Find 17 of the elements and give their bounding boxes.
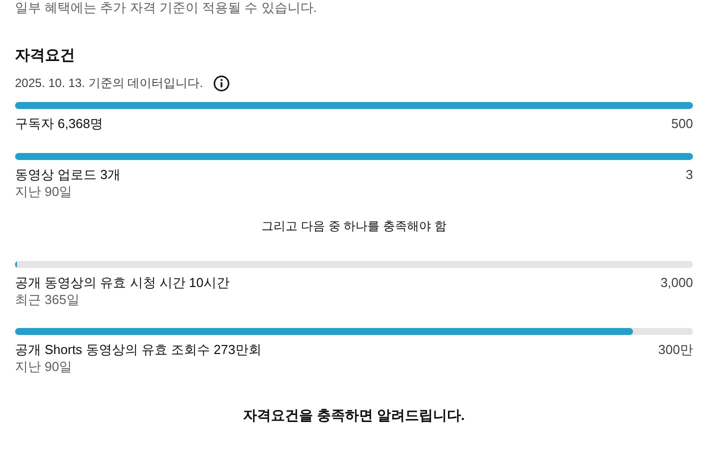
notification-message: 자격요건을 충족하면 알려드립니다. — [242, 407, 466, 425]
requirement-label: 공개 동영상의 유효 시청 시간 10시간 — [15, 274, 230, 291]
section-title: 자격요건 — [15, 46, 76, 66]
requirement-label: 동영상 업로드 3개 — [15, 166, 120, 183]
requirement-period: 지난 90일 — [15, 358, 74, 375]
requirement-target: 3,000 — [660, 274, 693, 291]
data-date-text: 2025. 10. 13. 기준의 데이터입니다. — [15, 75, 204, 92]
requirement-label: 공개 Shorts 동영상의 유효 조회수 273만회 — [15, 341, 262, 358]
requirement-period: 최근 365일 — [15, 291, 80, 308]
requirement-label: 구독자 6,368명 — [15, 115, 104, 132]
requirement-period: 지난 90일 — [15, 183, 74, 200]
condition-text: 그리고 다음 중 하나를 충족해야 함 — [260, 218, 448, 235]
notice-text: 일부 혜택에는 추가 자격 기준이 적용될 수 있습니다. — [15, 0, 318, 16]
requirement-target: 500 — [671, 115, 693, 132]
info-icon[interactable] — [213, 75, 230, 92]
requirement-target: 300만 — [658, 341, 693, 358]
requirement-target: 3 — [686, 166, 693, 183]
